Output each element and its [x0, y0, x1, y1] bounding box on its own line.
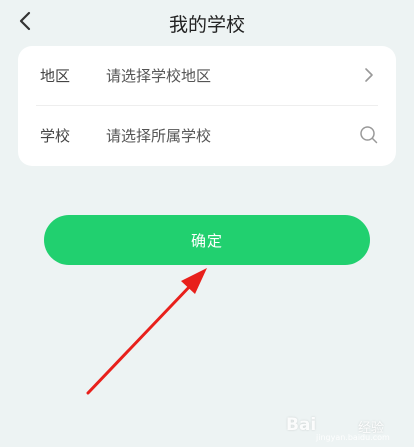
- search-icon[interactable]: [358, 124, 380, 146]
- watermark: Bai 经验 jingyan.baidu.com: [286, 413, 406, 443]
- school-placeholder: 请选择所属学校: [106, 127, 212, 145]
- region-placeholder: 请选择学校地区: [106, 67, 212, 85]
- region-label: 地区: [40, 67, 71, 85]
- watermark-url: jingyan.baidu.com: [316, 433, 390, 442]
- header-bar: 我的学校: [0, 0, 414, 44]
- school-label: 学校: [40, 127, 71, 145]
- region-selector[interactable]: 地区 请选择学校地区: [18, 46, 396, 106]
- chevron-right-icon: [358, 64, 380, 86]
- confirm-button[interactable]: 确定: [44, 215, 370, 265]
- school-search-field[interactable]: 学校 请选择所属学校: [18, 106, 396, 166]
- page-title: 我的学校: [168, 14, 245, 36]
- watermark-brand: Bai: [286, 415, 317, 435]
- school-form-card: 地区 请选择学校地区 学校 请选择所属学校: [18, 46, 396, 166]
